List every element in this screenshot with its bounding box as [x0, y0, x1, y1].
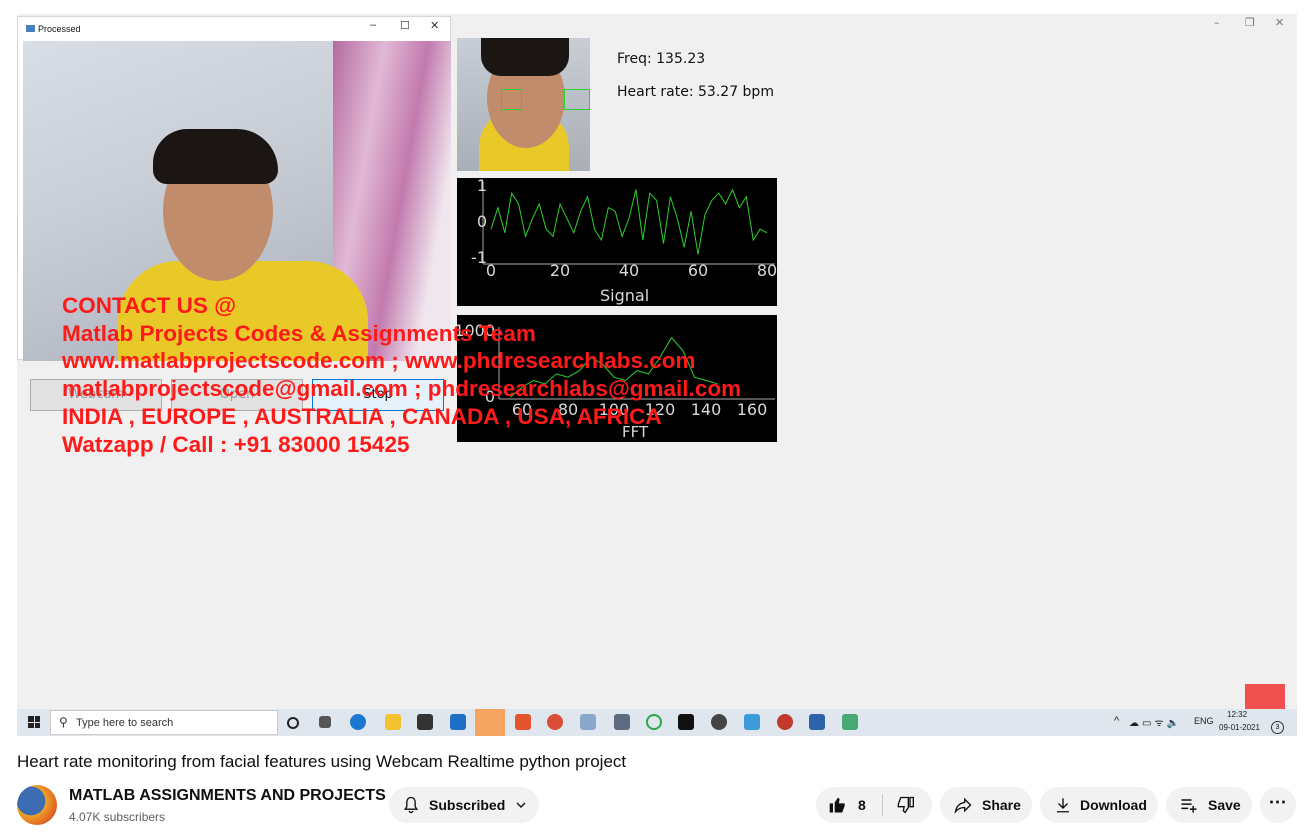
taskbar-time[interactable]: 12:32 — [1227, 710, 1247, 719]
roi-box-right — [564, 89, 590, 110]
minimize-icon[interactable]: – — [370, 19, 376, 31]
tray-chevron-icon[interactable]: ^ — [1114, 715, 1119, 727]
minimize-icon[interactable]: – — [1214, 16, 1220, 29]
roi-box-left — [501, 89, 522, 110]
overlay-line: INDIA , EUROPE , AUSTRALIA , CANADA , US… — [62, 403, 662, 429]
share-button[interactable]: Share — [940, 787, 1032, 823]
subscribed-button[interactable]: Subscribed — [389, 787, 539, 823]
overlay-line: matlabprojectscode@gmail.com ; phdresear… — [62, 376, 742, 402]
signal-series-line — [490, 188, 768, 255]
dislike-icon[interactable] — [895, 795, 915, 815]
divider — [881, 794, 883, 816]
search-icon: ⚲ — [59, 715, 68, 729]
taskbar-date[interactable]: 09-01-2021 — [1219, 723, 1260, 732]
close-icon[interactable]: ✕ — [430, 19, 439, 32]
signal-chart: 10-1 0 20 40 60 80 Signal — [471, 176, 777, 305]
like-icon[interactable] — [828, 795, 848, 815]
y-tick-label: 0 — [477, 212, 487, 231]
video-player[interactable]: – ❐ ✕ Processed – ☐ ✕ Freq: 135.23 Heart… — [17, 14, 1297, 736]
signal-plot: 1 0 -1 0 20 40 60 80 Signal — [457, 176, 777, 306]
download-icon — [1057, 798, 1069, 813]
processed-window-title: Processed — [38, 24, 81, 34]
maximize-icon[interactable]: ☐ — [400, 19, 410, 32]
share-label: Share — [982, 797, 1021, 813]
chevron-down-icon — [516, 802, 526, 808]
overlay-line: CONTACT US @ — [62, 293, 237, 318]
cortana-icon[interactable] — [287, 717, 299, 729]
heart-rate-label: Heart rate: 53.27 bpm — [617, 84, 774, 100]
x-tick-label: 0 — [486, 261, 496, 280]
y-tick-label: -1 — [471, 248, 487, 267]
matlab-icon[interactable] — [475, 709, 505, 736]
settings-icon[interactable] — [711, 714, 727, 730]
windows-start-icon[interactable] — [28, 716, 40, 728]
face-roi-preview — [457, 38, 590, 171]
person-hair — [153, 129, 278, 184]
taskbar-search-placeholder: Type here to search — [76, 717, 174, 729]
subscribed-label: Subscribed — [429, 797, 506, 813]
chrome-icon[interactable] — [547, 714, 563, 730]
edge-icon[interactable] — [350, 714, 366, 730]
more-actions-button[interactable]: ⋯ — [1260, 787, 1296, 823]
x-tick-label: 80 — [757, 261, 777, 280]
contact-overlay: CONTACT US @ Matlab Projects Codes & Ass… — [62, 292, 741, 458]
taskbar-search-box[interactable]: ⚲ Type here to search — [50, 710, 278, 735]
more-icon: ⋯ — [1268, 791, 1288, 812]
save-button[interactable]: Save — [1166, 787, 1252, 823]
playlist-add-icon — [1181, 799, 1197, 813]
download-button[interactable]: Download — [1040, 787, 1158, 823]
save-label: Save — [1208, 797, 1241, 813]
channel-avatar[interactable] — [17, 785, 57, 825]
freq-label: Freq: 135.23 — [617, 51, 706, 67]
tray-icons[interactable]: ☁▭ᯤ🔈 — [1129, 715, 1182, 729]
like-count[interactable]: 8 — [858, 797, 866, 813]
app-icon[interactable] — [744, 714, 760, 730]
download-label: Download — [1080, 797, 1147, 813]
bell-icon — [403, 796, 419, 814]
window-app-icon — [26, 25, 35, 32]
x-tick-label: 60 — [688, 261, 708, 280]
overlay-line: Matlab Projects Codes & Assignments Team — [62, 320, 536, 346]
store-icon[interactable] — [417, 714, 433, 730]
windows-taskbar: ⚲ Type here to search ^ ☁▭ᯤ🔈 ENG 12:32 0… — [17, 709, 1297, 736]
app-icon[interactable] — [842, 714, 858, 730]
x-tick-label: 20 — [550, 261, 570, 280]
language-indicator[interactable]: ENG — [1194, 716, 1214, 726]
app-icon[interactable] — [580, 714, 596, 730]
app-icon[interactable] — [809, 714, 825, 730]
app-icon[interactable] — [614, 714, 630, 730]
share-icon — [954, 797, 972, 814]
y-tick-label: 1 — [477, 178, 487, 195]
close-icon[interactable]: ✕ — [1275, 16, 1284, 29]
file-explorer-icon[interactable] — [385, 714, 401, 730]
app-icon[interactable] — [646, 714, 662, 730]
x-tick-label: 40 — [619, 261, 639, 280]
mail-icon[interactable] — [450, 714, 466, 730]
video-title: Heart rate monitoring from facial featur… — [17, 752, 627, 771]
like-dislike-group: 8 — [816, 787, 932, 823]
video-info: Heart rate monitoring from facial featur… — [0, 736, 1312, 839]
task-view-icon[interactable] — [319, 716, 331, 728]
overlay-line: www.matlabprojectscode.com ; www.phdrese… — [62, 348, 696, 374]
subscriber-count: 4.07K subscribers — [69, 810, 166, 824]
app-icon[interactable] — [777, 714, 793, 730]
terminal-icon[interactable] — [678, 714, 694, 730]
overlay-line: Watzapp / Call : +91 83000 15425 — [62, 431, 410, 457]
person-hair — [481, 38, 569, 76]
x-tick-label: 160 — [737, 400, 768, 419]
office-icon[interactable] — [515, 714, 531, 730]
restore-icon[interactable]: ❐ — [1245, 16, 1255, 29]
channel-name[interactable]: MATLAB ASSIGNMENTS AND PROJECTS — [69, 787, 386, 805]
notification-badge[interactable]: 3 — [1271, 721, 1284, 734]
